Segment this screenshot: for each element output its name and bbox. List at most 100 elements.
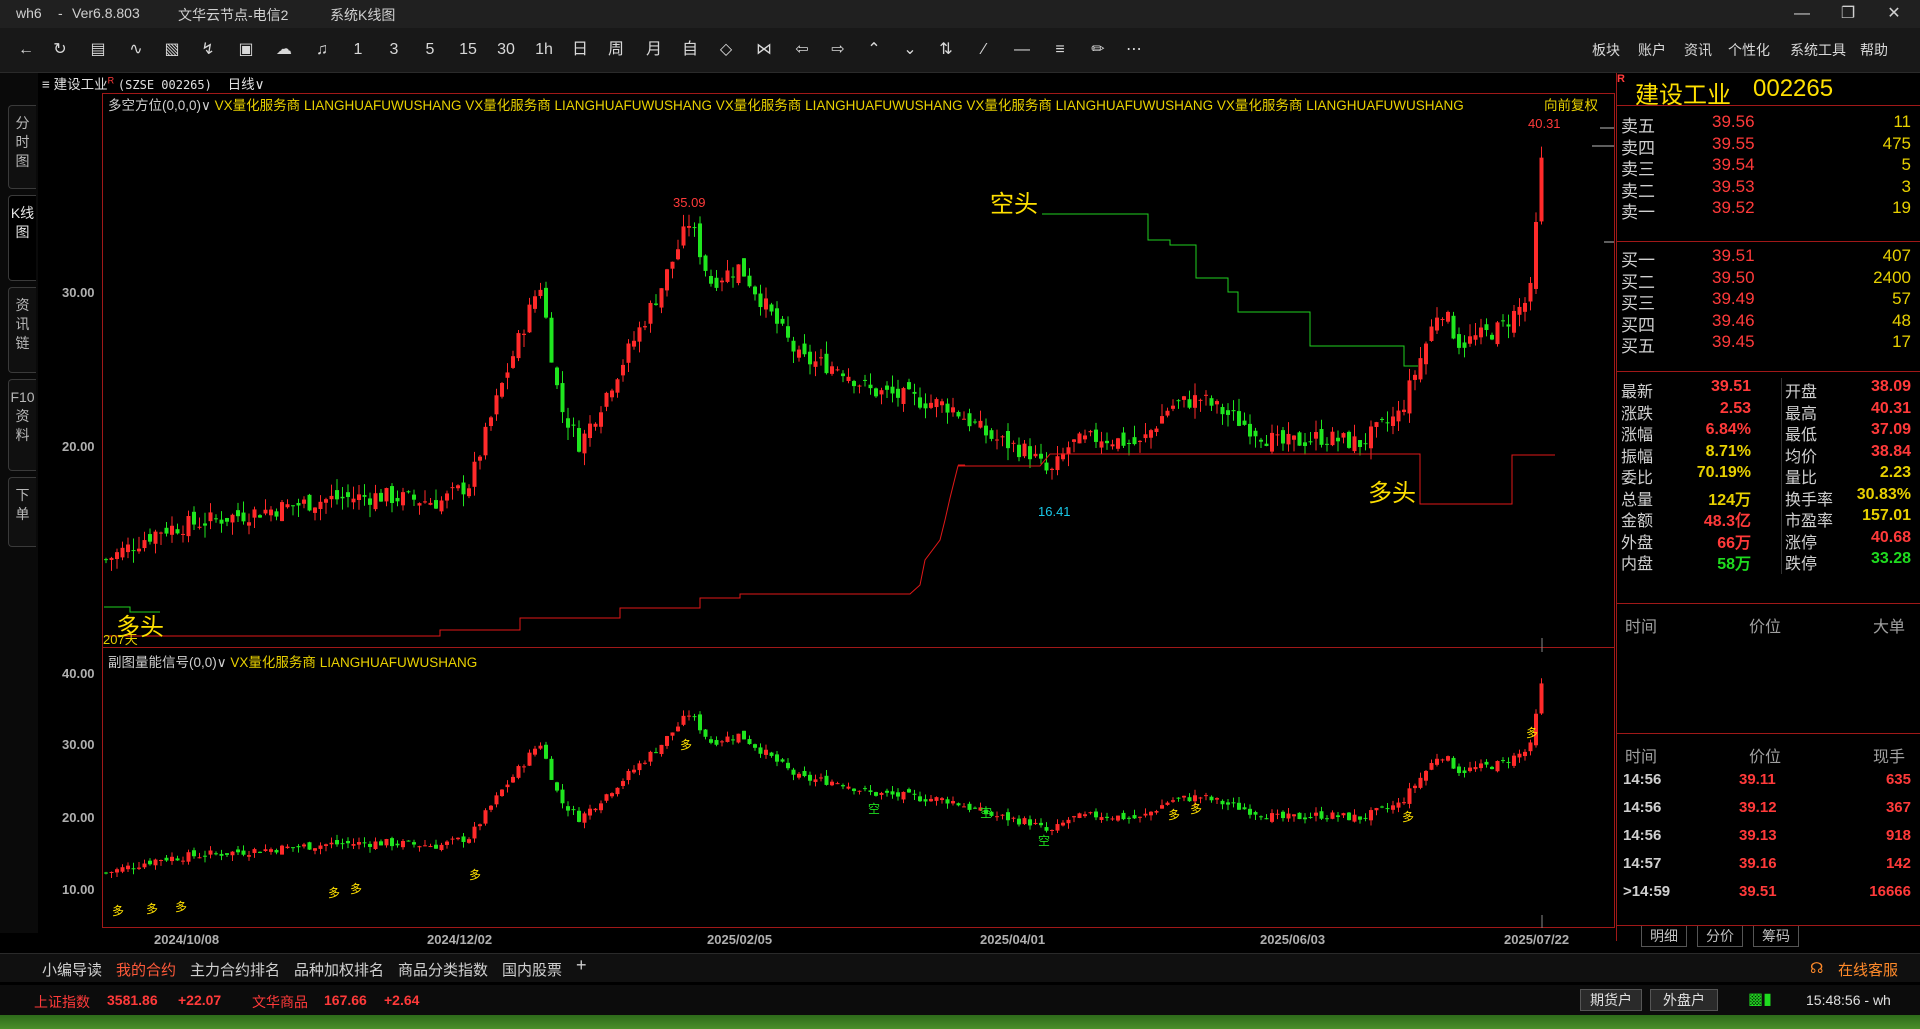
bigorder-hdr-big: 大单 xyxy=(1873,619,1906,636)
ask-2-price: 39.53 xyxy=(1712,176,1755,196)
ind-name-3: LIANGHUAFUWUSHANG xyxy=(805,98,963,113)
menu-sector[interactable]: 板块 xyxy=(1592,40,1620,60)
tick-row[interactable]: 14:57 39.16 142 xyxy=(1617,851,1920,879)
up-icon[interactable]: ⌃ xyxy=(862,38,886,62)
tab-price-dist[interactable]: 分价 xyxy=(1697,926,1743,947)
more-icon[interactable]: ⋯ xyxy=(1122,38,1146,62)
period-1[interactable]: 1 xyxy=(346,38,370,62)
down-icon[interactable]: ⌄ xyxy=(898,38,922,62)
tab-domestic-stocks[interactable]: 国内股票 xyxy=(502,959,562,980)
ask-3-price: 39.54 xyxy=(1712,155,1755,174)
tick-row[interactable]: >14:59 39.51 16666 xyxy=(1617,879,1920,907)
sub-indicator-name[interactable]: 副图量能信号(0,0)∨ xyxy=(108,655,227,670)
period-custom[interactable]: 自 xyxy=(678,38,702,62)
bid-1-price: 39.51 xyxy=(1712,246,1755,265)
tab-detail[interactable]: 明细 xyxy=(1641,926,1687,947)
line-chart-icon[interactable]: ∿ xyxy=(124,38,148,62)
y-tick-sub-10: 10.00 xyxy=(62,882,95,897)
stat-value: 39.51 xyxy=(1710,378,1751,395)
period-select[interactable]: 日线∨ xyxy=(228,77,265,92)
bid-4-volume: 48 xyxy=(1892,310,1911,330)
long-signal: 多 xyxy=(1168,808,1181,822)
menu-personalize[interactable]: 个性化 xyxy=(1728,40,1770,60)
app-name: wh6 xyxy=(16,5,42,21)
next-icon[interactable]: ⇨ xyxy=(826,38,850,62)
ask-3-volume: 5 xyxy=(1901,155,1911,174)
sub-indicator-title: 副图量能信号(0,0)∨ VX量化服务商 LIANGHUAFUWUSHANG xyxy=(108,651,477,671)
tab-f10[interactable]: F10资料 xyxy=(8,379,36,471)
period-day[interactable]: 日 xyxy=(568,38,592,62)
cloud-icon[interactable]: ☁ xyxy=(272,38,296,62)
tick-row[interactable]: 14:56 39.13 918 xyxy=(1617,823,1920,851)
tab-timeshare[interactable]: 分时图 xyxy=(8,105,36,189)
draw-line-icon[interactable]: ∕ xyxy=(972,38,996,62)
stat-value: 40.68 xyxy=(1870,528,1911,546)
index2-name[interactable]: 文华商品 xyxy=(252,992,308,1012)
period-5[interactable]: 5 xyxy=(418,38,442,62)
ind-name-4: LIANGHUAFUWUSHANG xyxy=(1055,98,1214,113)
ask-1-row[interactable]: 卖一 39.52 19 xyxy=(1617,195,1920,222)
prev-icon[interactable]: ⇦ xyxy=(790,38,814,62)
tick-row[interactable]: 14:56 39.12 367 xyxy=(1617,795,1920,823)
candlestick-icon[interactable]: ▧ xyxy=(160,38,184,62)
table-icon[interactable]: ▤ xyxy=(86,38,110,62)
minimize-button[interactable]: — xyxy=(1792,4,1812,24)
menu-account[interactable]: 账户 xyxy=(1638,40,1666,60)
bell-icon[interactable]: ♫ xyxy=(310,38,334,62)
period-3[interactable]: 3 xyxy=(382,38,406,62)
back-icon[interactable]: ← xyxy=(14,38,38,62)
tick-chart-icon[interactable]: ↯ xyxy=(196,38,220,62)
period-30[interactable]: 30 xyxy=(494,38,518,62)
hline-icon[interactable]: — xyxy=(1010,38,1034,62)
main-chart-pane[interactable] xyxy=(102,93,1615,648)
period-1h[interactable]: 1h xyxy=(532,38,556,62)
y-tick-sub-40: 40.00 xyxy=(62,666,95,681)
restore-button[interactable]: ❐ xyxy=(1838,4,1858,24)
bid-4-price: 39.46 xyxy=(1712,310,1755,330)
tab-order[interactable]: 下单 xyxy=(8,477,36,547)
add-tab-button[interactable]: + xyxy=(576,955,587,976)
online-service[interactable]: 在线客服 xyxy=(1838,959,1898,980)
period-month[interactable]: 月 xyxy=(642,38,666,62)
tab-main-rank[interactable]: 主力合约排名 xyxy=(190,959,280,980)
adjust-mode[interactable]: 向前复权 xyxy=(1544,94,1598,114)
tab-my-contracts[interactable]: 我的合约 xyxy=(116,959,176,980)
tab-chips[interactable]: 筹码 xyxy=(1753,926,1799,947)
index1-change: +22.07 xyxy=(178,992,222,1008)
foreign-account-button[interactable]: 外盘户 xyxy=(1650,989,1718,1011)
ask-1-volume: 19 xyxy=(1892,198,1911,217)
tick-row[interactable]: 14:56 39.11 635 xyxy=(1617,767,1920,795)
tick-time: 14:56 xyxy=(1623,771,1662,788)
zoom-in-icon[interactable]: ◇ xyxy=(714,38,738,62)
kline-box-icon[interactable]: ▣ xyxy=(234,38,258,62)
main-indicator-name[interactable]: 多空方位(0,0,0)∨ xyxy=(108,98,211,113)
eraser-icon[interactable]: ✏ xyxy=(1086,38,1110,62)
menu-news[interactable]: 资讯 xyxy=(1684,40,1712,60)
quote-code: 002265 xyxy=(1753,75,1834,102)
headset-icon[interactable]: ☊ xyxy=(1810,959,1823,977)
futures-account-button[interactable]: 期货户 xyxy=(1580,989,1642,1011)
crosshair-icon[interactable]: ⇅ xyxy=(934,38,958,62)
zoom-out-icon[interactable]: ⋈ xyxy=(752,38,776,62)
refresh-icon[interactable]: ↻ xyxy=(48,38,72,62)
period-15[interactable]: 15 xyxy=(456,38,480,62)
tab-kline[interactable]: K线图 xyxy=(8,195,36,281)
top-label: 40.31 xyxy=(1528,116,1561,131)
bid-5-row[interactable]: 买五 39.45 17 xyxy=(1617,329,1920,356)
index1-name[interactable]: 上证指数 xyxy=(34,992,90,1012)
period-week[interactable]: 周 xyxy=(604,38,628,62)
menu-help[interactable]: 帮助 xyxy=(1860,40,1888,60)
days-label: 207天 xyxy=(103,632,138,647)
tick-volume: 367 xyxy=(1885,799,1911,816)
tab-commodity-index[interactable]: 商品分类指数 xyxy=(398,959,488,980)
tab-weighted-rank[interactable]: 品种加权排名 xyxy=(294,959,384,980)
close-button[interactable]: ✕ xyxy=(1884,4,1904,24)
tab-editor-guide[interactable]: 小编导读 xyxy=(42,959,102,980)
menu-icon[interactable]: ≡ xyxy=(42,77,50,92)
stat-value: 38.84 xyxy=(1870,442,1911,460)
text-icon[interactable]: ≡ xyxy=(1048,38,1072,62)
index2-change: +2.64 xyxy=(384,992,420,1008)
menu-tools[interactable]: 系统工具 xyxy=(1790,40,1846,60)
tab-news-chain[interactable]: 资讯链 xyxy=(8,287,36,373)
long-signal: 多 xyxy=(1402,810,1415,824)
